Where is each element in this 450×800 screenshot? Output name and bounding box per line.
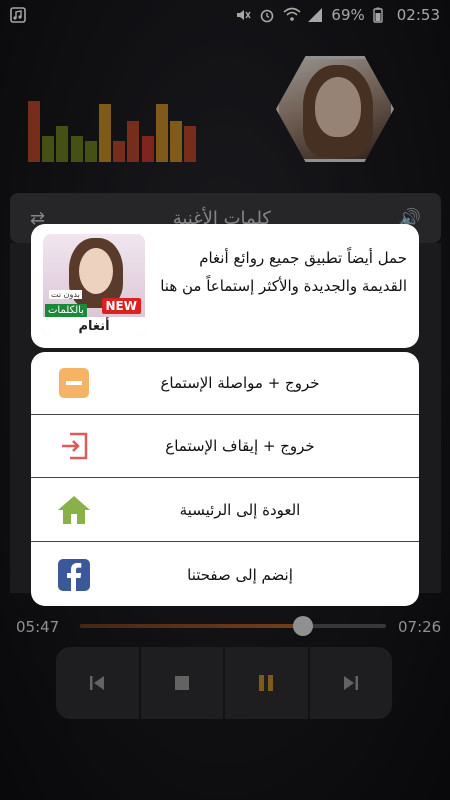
exit-menu: خروج + مواصلة الإستماع خروج + إيقاف الإس… (31, 352, 419, 606)
facebook-icon (57, 558, 91, 592)
badge-lyrics: بالكلمات (45, 304, 87, 317)
promo-app-icon[interactable]: بدون نت بالكلمات NEW أنغام (43, 234, 145, 336)
minus-icon (57, 366, 91, 400)
badge-new: NEW (101, 298, 141, 314)
menu-item-facebook[interactable]: إنضم إلى صفحتنا (31, 543, 419, 606)
home-icon (57, 493, 91, 527)
promo-text: حمل أيضاً تطبيق جميع روائع أنغام القديمة… (160, 249, 407, 295)
menu-item-exit-continue[interactable]: خروج + مواصلة الإستماع (31, 352, 419, 415)
exit-icon (57, 429, 91, 463)
promo-card[interactable]: بدون نت بالكلمات NEW أنغام حمل أيضاً تطب… (31, 224, 419, 348)
badge-offline: بدون نت (49, 290, 82, 299)
menu-item-exit-stop[interactable]: خروج + إيقاف الإستماع (31, 415, 419, 478)
promo-app-name: أنغام (43, 317, 145, 336)
menu-item-home[interactable]: العودة إلى الرئيسية (31, 479, 419, 542)
